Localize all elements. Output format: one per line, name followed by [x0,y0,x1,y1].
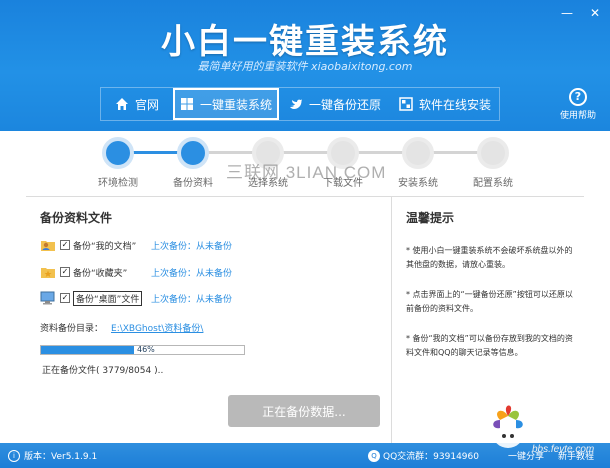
main-nav: 官网 一键重装系统 一键备份还原 软件在线安装 [100,87,500,121]
backup-title: 备份资料文件 [40,211,113,225]
home-icon [115,97,129,111]
site-watermark-text: bbs.fevte.com [532,444,595,455]
backup-directory-label: 资料备份目录： [40,324,104,334]
backup-favorites-status: 上次备份：从未备份 [151,268,233,279]
step-backup-data: 备份资料 [153,137,233,189]
backup-directory-link[interactable]: E:\XBGhost\资料备份\ [111,324,203,334]
apps-icon [399,97,413,111]
nav-item-software-install[interactable]: 软件在线安装 [391,88,499,120]
backup-documents-checkbox[interactable]: ✓ [60,240,70,250]
favorites-folder-icon [40,264,56,280]
backup-progress-bar: 46% [40,345,245,355]
tips-title: 温馨提示 [406,211,455,225]
step-progress: 环境检测 备份资料 选择系统 下载文件 安装系统 配置系统 三联网 3LIAN.… [0,131,610,195]
step-label: 备份资料 [173,178,213,189]
site-logo-icon [492,405,524,448]
backup-desktop-checkbox[interactable]: ✓ [60,293,70,303]
backup-documents-status: 上次备份：从未备份 [151,241,233,252]
question-icon: ? [568,88,587,106]
step-configure-system: 配置系统 [453,137,533,189]
nav-item-reinstall-system[interactable]: 一键重装系统 [173,88,279,120]
nav-item-label: 一键重装系统 [199,97,272,112]
app-title: 小白一键重装系统 [161,22,449,62]
nav-item-label: 一键备份还原 [308,97,381,112]
backup-panel: 备份资料文件 ✓ 备份“我的文档” 上次备份：从未备份 ✓ 备份“收藏夹” 上次… [26,197,391,444]
step-environment-check: 环境检测 [78,137,158,189]
qq-group-text: QQ交流群：93914960 [383,452,479,462]
bird-icon [289,97,303,111]
backing-up-button[interactable]: 正在备份数据... [228,395,380,427]
qq-group-link[interactable]: Q QQ交流群：93914960 [368,449,479,462]
tip-item: * 备份“我的文档”可以备份存放到我的文档的资料文件和QQ的聊天记录等信息。 [406,334,573,357]
backup-favorites-label: 备份“收藏夹” [73,268,128,279]
backup-favorites-checkbox[interactable]: ✓ [60,267,70,277]
windows-icon [180,97,194,111]
help-label: 使用帮助 [559,111,596,121]
version-info: i 版本：Ver5.1.9.1 [8,449,97,462]
backup-directory-row: 资料备份目录： E:\XBGhost\资料备份\ [40,321,203,334]
backup-desktop-status: 上次备份：从未备份 [151,294,233,305]
info-icon: i [8,449,20,462]
step-label: 安装系统 [398,178,438,189]
nav-item-backup-restore[interactable]: 一键备份还原 [279,88,391,120]
backup-row-favorites: ✓ 备份“收藏夹” 上次备份：从未备份 [40,262,232,282]
watermark-text: 三联网 3LIAN.COM [226,163,387,182]
backup-progress-text: 46% [137,345,155,354]
nav-item-official-site[interactable]: 官网 [101,88,173,120]
tip-item: * 点击界面上的“一键备份还原”按钮可以还原以前备份的资料文件。 [406,290,573,313]
step-label: 配置系统 [473,178,513,189]
desktop-icon [40,290,56,306]
step-dot [477,137,509,169]
header: — ✕ 小白一键重装系统 最简单好用的重装软件 xiaobaixitong.co… [0,0,610,131]
backup-documents-label: 备份“我的文档” [73,241,137,252]
nav-item-label: 官网 [134,97,159,112]
qq-penguin-icon: Q [368,449,380,462]
step-label: 环境检测 [98,178,138,189]
tip-item: * 使用小白一键重装系统不会破坏系统盘以外的其他盘的数据，请放心重装。 [406,246,573,269]
step-dot [402,137,434,169]
step-install-system: 安装系统 [378,137,458,189]
help-button[interactable]: ? 使用帮助 [560,88,596,121]
nav-item-label: 软件在线安装 [418,97,491,112]
version-text: 版本：Ver5.1.9.1 [24,452,98,462]
backup-row-desktop: ✓ 备份“桌面”文件 上次备份：从未备份 [40,288,232,308]
step-dot [177,137,209,169]
user-folder-icon [40,237,56,253]
backup-status-text: 正在备份文件( 3779/8054 ).. [42,366,164,376]
backup-desktop-label: 备份“桌面”文件 [73,290,143,306]
step-dot [102,137,134,169]
backup-row-documents: ✓ 备份“我的文档” 上次备份：从未备份 [40,235,232,255]
app-subtitle: 最简单好用的重装软件 xiaobaixitong.com [197,60,413,73]
backup-progress-fill [41,346,135,354]
